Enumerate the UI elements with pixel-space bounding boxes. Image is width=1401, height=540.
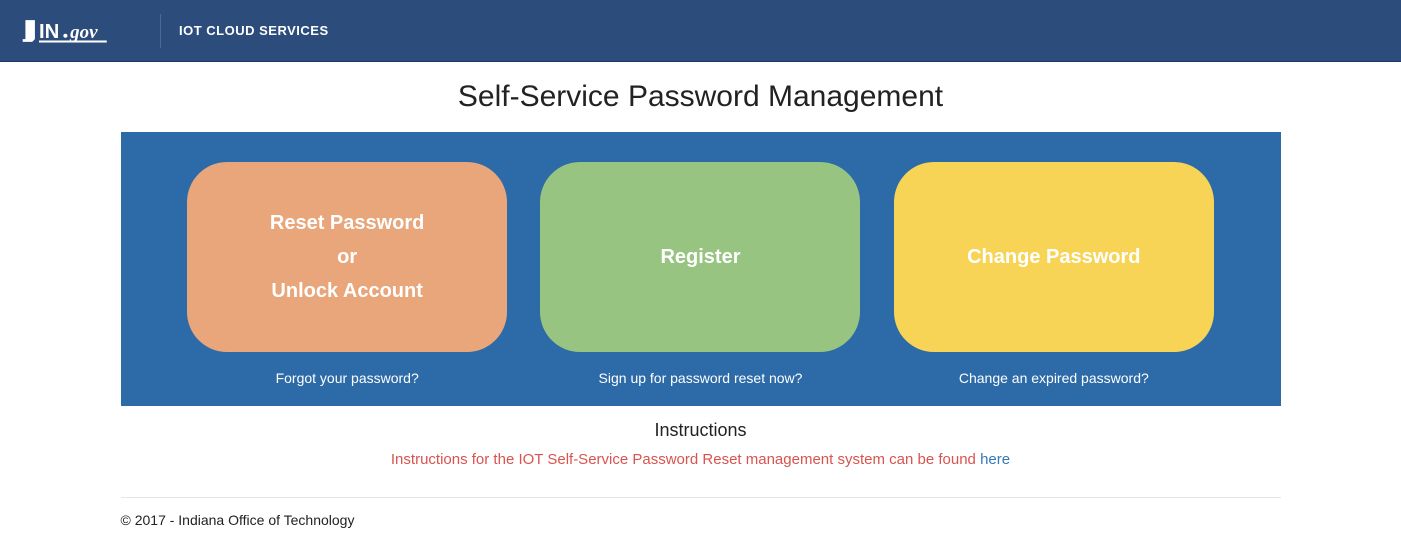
register-caption: Sign up for password reset now? (599, 370, 803, 386)
register-column: Register Sign up for password reset now? (534, 162, 867, 386)
reset-line1: Reset Password (270, 210, 425, 236)
instructions-link[interactable]: here (980, 451, 1010, 468)
change-column: Change Password Change an expired passwo… (887, 162, 1220, 386)
reset-caption: Forgot your password? (276, 370, 419, 386)
header-divider (160, 14, 161, 48)
instructions-section: Instructions Instructions for the IOT Se… (121, 420, 1281, 469)
instructions-line: Instructions for the IOT Self-Service Pa… (121, 451, 1281, 469)
copyright-text: © 2017 - Indiana Office of Technology (121, 498, 1281, 540)
change-password-button[interactable]: Change Password (894, 162, 1214, 352)
register-button[interactable]: Register (540, 162, 860, 352)
site-logo[interactable]: IN gov (20, 0, 142, 62)
actions-panel: Reset Password or Unlock Account Forgot … (121, 132, 1281, 406)
reset-line2: or (337, 244, 357, 270)
header-bar: IN gov IOT CLOUD SERVICES (0, 0, 1401, 62)
actions-row: Reset Password or Unlock Account Forgot … (181, 162, 1221, 386)
page-title: Self-Service Password Management (121, 80, 1281, 114)
reset-line3: Unlock Account (271, 278, 423, 304)
reset-column: Reset Password or Unlock Account Forgot … (181, 162, 514, 386)
change-caption: Change an expired password? (959, 370, 1149, 386)
svg-text:IN: IN (39, 20, 59, 42)
change-line1: Change Password (967, 244, 1140, 270)
header-subtitle: IOT CLOUD SERVICES (179, 23, 329, 38)
reset-password-button[interactable]: Reset Password or Unlock Account (187, 162, 507, 352)
in-gov-logo-icon: IN gov (20, 16, 142, 46)
register-line1: Register (660, 244, 740, 270)
instructions-text: Instructions for the IOT Self-Service Pa… (391, 451, 980, 468)
main-content: Self-Service Password Management Reset P… (121, 62, 1281, 540)
svg-text:gov: gov (69, 21, 98, 42)
instructions-heading: Instructions (121, 420, 1281, 441)
